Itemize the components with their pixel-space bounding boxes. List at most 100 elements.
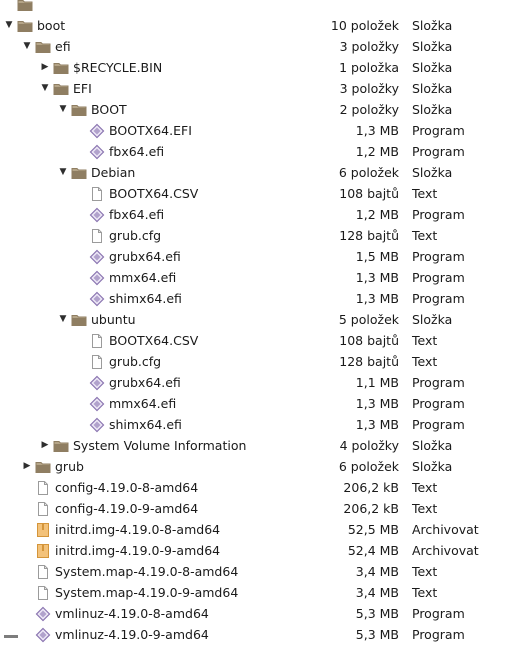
file-size: 6 položek (338, 459, 399, 474)
expander-expanded-icon[interactable]: ▼ (57, 309, 69, 330)
tree-row[interactable]: ▼ EFI 3 položky Složka (0, 78, 511, 99)
executable-icon (89, 393, 105, 414)
tree-row[interactable]: shimx64.efi 1,3 MB Program (0, 414, 511, 435)
executable-icon (89, 120, 105, 141)
executable-icon (89, 414, 105, 435)
file-type: Složka (412, 81, 453, 96)
file-name: System.map-4.19.0-9-amd64 (55, 585, 239, 600)
expander-collapsed-icon[interactable]: ▶ (39, 57, 51, 78)
executable-icon (89, 288, 105, 309)
file-type: Program (412, 375, 465, 390)
file-name: fbx64.efi (109, 144, 165, 159)
file-type: Text (412, 501, 438, 516)
tree-row[interactable]: fbx64.efi 1,2 MB Program (0, 204, 511, 225)
file-type: Text (412, 564, 438, 579)
file-name: BOOTX64.EFI (109, 123, 192, 138)
executable-icon (89, 267, 105, 288)
file-name: config-4.19.0-8-amd64 (55, 480, 199, 495)
tree-row[interactable]: grub.cfg 128 bajtů Text (0, 225, 511, 246)
text-file-icon (35, 498, 51, 519)
tree-row[interactable]: ▶ $RECYCLE.BIN 1 položka Složka (0, 57, 511, 78)
file-name: grub.cfg (109, 354, 162, 369)
file-name: ubuntu (91, 312, 136, 327)
file-size: 1,3 MB (355, 396, 399, 411)
tree-row[interactable]: mmx64.efi 1,3 MB Program (0, 393, 511, 414)
file-size: 1,1 MB (355, 375, 399, 390)
tree-row[interactable]: initrd.img-4.19.0-8-amd64 52,5 MB Archivov… (0, 519, 511, 540)
expander-expanded-icon[interactable]: ▼ (3, 15, 15, 36)
folder-icon (53, 435, 69, 456)
file-name: vmlinuz-4.19.0-9-amd64 (55, 627, 209, 642)
file-type: Text (412, 228, 438, 243)
tree-row[interactable]: fbx64.efi 1,2 MB Program (0, 141, 511, 162)
file-size: 5 položek (338, 312, 399, 327)
tree-row[interactable]: System.map-4.19.0-8-amd64 3,4 MB Text (0, 561, 511, 582)
tree-row[interactable]: ▼ efi 3 položky Složka (0, 36, 511, 57)
tree-row[interactable]: shimx64.efi 1,3 MB Program (0, 288, 511, 309)
file-name: EFI (73, 81, 92, 96)
tree-row[interactable]: ▶ System Volume Information 4 položky Složk… (0, 435, 511, 456)
file-name: vmlinuz-4.19.0-8-amd64 (55, 606, 209, 621)
tree-row[interactable]: BOOTX64.CSV 108 bajtů Text (0, 183, 511, 204)
tree-row[interactable]: vmlinuz-4.19.0-8-amd64 5,3 MB Program (0, 603, 511, 624)
file-name: config-4.19.0-9-amd64 (55, 501, 199, 516)
file-name: efi (55, 39, 71, 54)
file-size: 1,5 MB (355, 249, 399, 264)
tree-row[interactable] (0, 0, 511, 15)
file-tree: ▼ boot 10 položek Složka ▼ efi 3 položky Složka… (0, 0, 511, 645)
tree-row[interactable]: vmlinuz-4.19.0-9-amd64 5,3 MB Program (0, 624, 511, 645)
file-type: Program (412, 123, 465, 138)
file-size: 2 položky (339, 102, 399, 117)
file-size: 206,2 kB (343, 501, 399, 516)
executable-icon (89, 372, 105, 393)
folder-icon (71, 309, 87, 330)
folder-icon (17, 15, 33, 36)
tree-row[interactable]: System.map-4.19.0-9-amd64 3,4 MB Text (0, 582, 511, 603)
expander-expanded-icon[interactable]: ▼ (57, 162, 69, 183)
text-file-icon (89, 330, 105, 351)
file-name: grubx64.efi (109, 375, 181, 390)
tree-row[interactable]: ▼ BOOT 2 položky Složka (0, 99, 511, 120)
expander-expanded-icon[interactable]: ▼ (21, 36, 33, 57)
file-size: 3 položky (339, 81, 399, 96)
tree-row[interactable]: grubx64.efi 1,5 MB Program (0, 246, 511, 267)
file-size: 5,3 MB (355, 606, 399, 621)
executable-icon (89, 246, 105, 267)
file-size: 1,3 MB (355, 270, 399, 285)
folder-icon (35, 36, 51, 57)
file-name: fbx64.efi (109, 207, 165, 222)
file-size: 3,4 MB (355, 585, 399, 600)
text-file-icon (89, 351, 105, 372)
expander-expanded-icon[interactable]: ▼ (57, 99, 69, 120)
file-type: Text (412, 186, 438, 201)
file-size: 1,3 MB (355, 291, 399, 306)
tree-row[interactable]: grubx64.efi 1,1 MB Program (0, 372, 511, 393)
tree-row[interactable]: mmx64.efi 1,3 MB Program (0, 267, 511, 288)
tree-row[interactable]: config-4.19.0-8-amd64 206,2 kB Text (0, 477, 511, 498)
text-file-icon (35, 477, 51, 498)
expander-expanded-icon[interactable]: ▼ (39, 78, 51, 99)
tree-row[interactable]: ▼ Debian 6 položek Složka (0, 162, 511, 183)
file-name: System Volume Information (73, 438, 247, 453)
text-file-icon (89, 225, 105, 246)
tree-row[interactable]: ▶ grub 6 položek Složka (0, 456, 511, 477)
file-size: 1 položka (339, 60, 399, 75)
file-size: 10 položek (330, 18, 399, 33)
expander-collapsed-icon[interactable]: ▶ (39, 435, 51, 456)
file-type: Archivovat (412, 543, 479, 558)
file-name: mmx64.efi (109, 270, 177, 285)
tree-row[interactable]: config-4.19.0-9-amd64 206,2 kB Text (0, 498, 511, 519)
tree-row[interactable]: ▼ boot 10 položek Složka (0, 15, 511, 36)
tree-row[interactable]: ▼ ubuntu 5 položek Složka (0, 309, 511, 330)
file-type: Složka (412, 459, 453, 474)
tree-row[interactable]: BOOTX64.EFI 1,3 MB Program (0, 120, 511, 141)
file-size: 3,4 MB (355, 564, 399, 579)
expander-collapsed-icon[interactable]: ▶ (21, 456, 33, 477)
folder-icon (35, 456, 51, 477)
file-size (260, 0, 399, 15)
tree-row[interactable]: BOOTX64.CSV 108 bajtů Text (0, 330, 511, 351)
file-size: 6 položek (338, 165, 399, 180)
tree-row[interactable]: initrd.img-4.19.0-9-amd64 52,4 MB Archivov… (0, 540, 511, 561)
folder-icon (17, 0, 33, 15)
tree-row[interactable]: grub.cfg 128 bajtů Text (0, 351, 511, 372)
